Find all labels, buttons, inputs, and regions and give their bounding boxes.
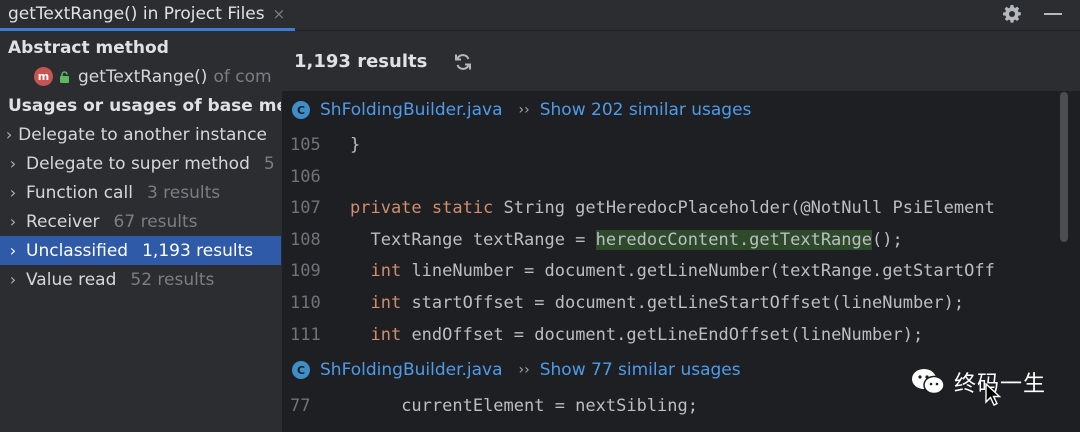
chevron-right-icon[interactable]: › — [0, 183, 26, 202]
chevron-right-icon[interactable]: › — [0, 270, 26, 289]
tool-window-actions — [1002, 0, 1062, 28]
group-count: 52 results — [130, 269, 215, 290]
tree-group-row[interactable]: › Delegate to another instance — [0, 120, 281, 149]
code-keyword: int — [370, 260, 402, 281]
watermark: 终码一生 — [910, 366, 1046, 398]
group-label: Delegate to super method — [26, 153, 250, 174]
method-item[interactable]: m getTextRange() of com — [0, 62, 281, 91]
group-label: Unclassified — [26, 240, 129, 261]
line-number: 109 — [290, 260, 321, 281]
tab-title: getTextRange() in Project Files — [8, 4, 265, 24]
tree-group-row[interactable]: › Value read 52 results — [0, 265, 281, 294]
code-line: 108 TextRange textRange = heredocContent… — [282, 224, 1080, 255]
code-text: String getHeredocPlaceholder(@NotNull Ps… — [493, 197, 995, 218]
mouse-cursor-icon — [985, 383, 1002, 406]
code-text: lineNumber = document.getLineNumber(text… — [401, 260, 995, 281]
line-number: 111 — [290, 324, 321, 345]
abstract-method-header: Abstract method — [0, 33, 281, 62]
file-header[interactable]: C ShFoldingBuilder.java ›› Show 202 simi… — [282, 94, 1080, 126]
code-text: (); — [872, 229, 903, 250]
group-label: Delegate to another instance — [18, 124, 267, 145]
show-similar-usages-link[interactable]: Show 202 similar usages — [540, 100, 752, 120]
tree-group-row[interactable]: › Function call 3 results — [0, 178, 281, 207]
group-label: Value read — [26, 269, 117, 290]
preview-header: 1,193 results — [282, 32, 1080, 91]
gear-icon[interactable] — [1002, 4, 1022, 24]
tool-window-tab-bar: getTextRange() in Project Files × — [0, 0, 1080, 31]
tree-group-row[interactable]: › Receiver 67 results — [0, 207, 281, 236]
method-suffix: of com — [213, 66, 272, 87]
usages-tree: Abstract method m getTextRange() of com … — [0, 32, 281, 432]
lock-icon — [60, 70, 69, 83]
double-chevron-icon: ›› — [518, 362, 530, 378]
class-icon: C — [292, 361, 310, 379]
code-line: 110 int startOffset = document.getLineSt… — [282, 287, 1080, 318]
code-text: endOffset = document.getLineEndOffset(li… — [401, 324, 924, 345]
code-line: 106 — [282, 161, 1080, 192]
file-name-link[interactable]: ShFoldingBuilder.java — [320, 100, 503, 120]
line-number: 107 — [290, 197, 321, 218]
chevron-right-icon[interactable]: › — [0, 125, 18, 144]
line-number: 110 — [290, 292, 321, 313]
code-text: currentElement = nextSibling; — [401, 395, 698, 416]
close-tab-icon[interactable]: × — [273, 5, 286, 23]
code-text: TextRange textRange = — [370, 229, 596, 250]
chevron-right-icon[interactable]: › — [0, 241, 26, 260]
group-count: 1,193 results — [142, 240, 254, 261]
tree-group-row-selected[interactable]: › Unclassified 1,193 results — [0, 236, 281, 265]
chevron-right-icon[interactable]: › — [0, 212, 26, 231]
line-number: 106 — [290, 166, 321, 187]
code-line: 111 int endOffset = document.getLineEndO… — [282, 319, 1080, 350]
abstract-method-header-label: Abstract method — [8, 37, 169, 58]
chevron-right-icon[interactable]: › — [0, 154, 26, 173]
file-name-link[interactable]: ShFoldingBuilder.java — [320, 360, 503, 380]
line-number: 77 — [290, 395, 311, 416]
vertical-scrollbar[interactable] — [1060, 92, 1068, 242]
group-count: 5 — [263, 153, 275, 174]
code-text: } — [350, 134, 361, 155]
find-usages-tab[interactable]: getTextRange() in Project Files × — [0, 0, 296, 31]
minimize-icon[interactable] — [1044, 13, 1062, 15]
code-keyword: private static — [350, 197, 494, 218]
code-keyword: int — [370, 324, 402, 345]
group-count: 3 results — [146, 182, 221, 203]
line-number: 105 — [290, 134, 321, 155]
double-chevron-icon: ›› — [518, 102, 530, 118]
tree-group-row[interactable]: › Delegate to super method 5 — [0, 149, 281, 178]
line-number: 108 — [290, 229, 321, 250]
code-text: startOffset = document.getLineStartOffse… — [401, 292, 965, 313]
group-label: Function call — [26, 182, 133, 203]
usages-header-label: Usages or usages of base met — [8, 95, 281, 116]
method-icon: m — [34, 67, 53, 86]
code-line: 105} — [282, 129, 1080, 160]
group-count: 67 results — [113, 211, 198, 232]
code-line: 109 int lineNumber = document.getLineNum… — [282, 255, 1080, 286]
group-label: Receiver — [26, 211, 100, 232]
class-icon: C — [292, 101, 310, 119]
code-keyword: int — [370, 292, 402, 313]
wechat-icon — [911, 369, 945, 395]
show-similar-usages-link[interactable]: Show 77 similar usages — [540, 360, 741, 380]
usages-header: Usages or usages of base met — [0, 91, 281, 120]
method-label: getTextRange() — [78, 66, 208, 87]
results-count: 1,193 results — [294, 51, 428, 72]
usage-match-highlight[interactable]: heredocContent.getTextRange — [595, 229, 872, 250]
code-line: 107 private static String getHeredocPlace… — [282, 192, 1080, 223]
refresh-icon[interactable] — [453, 52, 473, 72]
